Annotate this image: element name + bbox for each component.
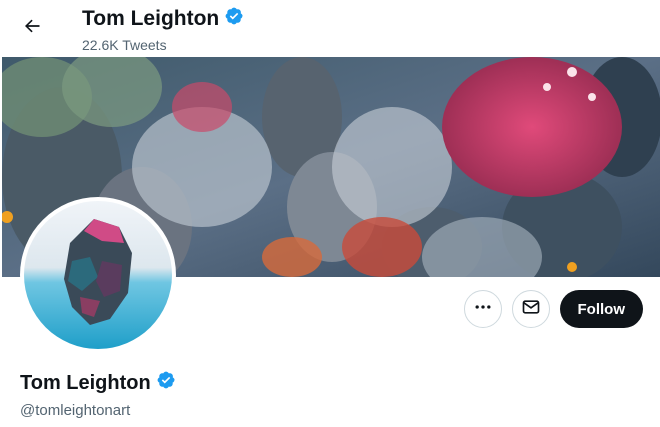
message-icon [521,297,541,322]
profile-actions: Follow [463,290,643,328]
top-bar: Tom Leighton 22.6K Tweets [0,0,660,57]
verified-badge-icon [224,6,244,32]
back-arrow-icon [22,16,42,41]
message-button[interactable] [511,290,550,328]
avatar [24,201,172,349]
header-name: Tom Leighton [82,6,244,32]
back-button[interactable] [14,10,50,46]
avatar-frame[interactable] [20,197,176,353]
profile-name: Tom Leighton [20,370,176,396]
profile-display-name: Tom Leighton [20,371,151,394]
tweets-count: 22.6K Tweets [82,37,167,53]
header-display-name: Tom Leighton [82,7,220,30]
more-icon [473,297,493,322]
follow-button[interactable]: Follow [559,290,643,328]
more-button[interactable] [463,290,502,328]
verified-badge-icon [156,370,176,396]
profile-handle: @tomleightonart [20,402,131,419]
